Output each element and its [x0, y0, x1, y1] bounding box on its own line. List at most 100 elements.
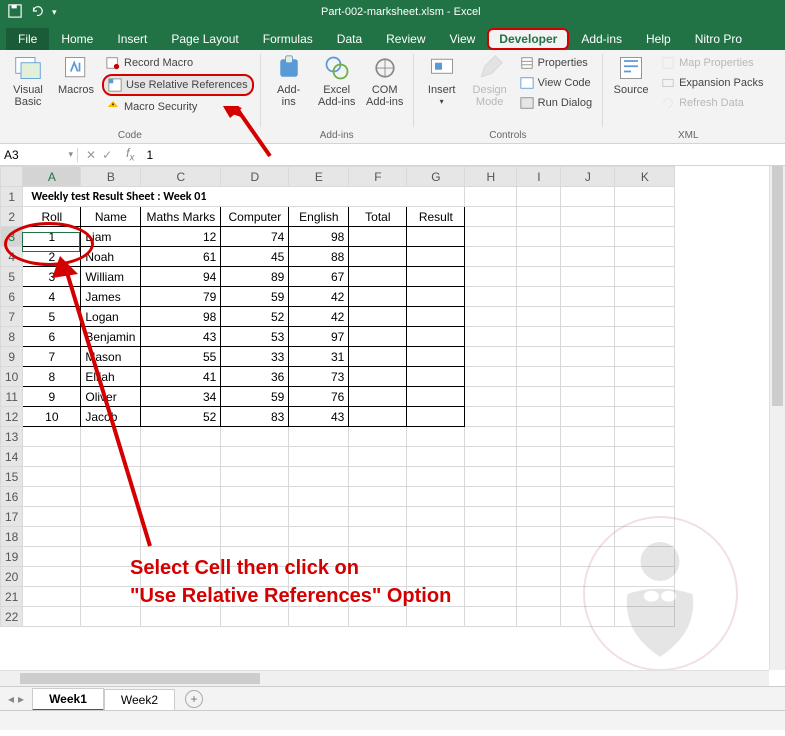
cell[interactable]: [465, 347, 517, 367]
cell[interactable]: [465, 447, 517, 467]
cell-result[interactable]: [407, 387, 465, 407]
cell-english[interactable]: 43: [289, 407, 349, 427]
cell[interactable]: [465, 607, 517, 627]
cell-total[interactable]: [349, 227, 407, 247]
cell[interactable]: [141, 527, 221, 547]
row-header-4[interactable]: 4: [1, 247, 23, 267]
cell-name[interactable]: Benjamin: [81, 327, 141, 347]
cell[interactable]: [615, 267, 675, 287]
cell[interactable]: [517, 187, 561, 207]
cell[interactable]: [561, 447, 615, 467]
horizontal-scrollbar[interactable]: [0, 670, 769, 686]
cell-total[interactable]: [349, 287, 407, 307]
cell[interactable]: [561, 607, 615, 627]
cell[interactable]: [517, 587, 561, 607]
view-code-button[interactable]: View Code: [516, 74, 596, 92]
tab-home[interactable]: Home: [49, 28, 105, 50]
header-cell[interactable]: Maths Marks: [141, 207, 221, 227]
cell[interactable]: [465, 407, 517, 427]
cell[interactable]: [517, 527, 561, 547]
header-cell[interactable]: Result: [407, 207, 465, 227]
cell-roll[interactable]: 6: [23, 327, 81, 347]
cell[interactable]: [615, 407, 675, 427]
cell-english[interactable]: 42: [289, 287, 349, 307]
cell[interactable]: [23, 447, 81, 467]
cell[interactable]: [615, 187, 675, 207]
cell-total[interactable]: [349, 327, 407, 347]
cell[interactable]: [517, 427, 561, 447]
worksheet[interactable]: ABCDEFGHIJK1Weekly test Result Sheet : W…: [0, 166, 785, 627]
cell[interactable]: [81, 467, 141, 487]
cell[interactable]: [517, 447, 561, 467]
cell-total[interactable]: [349, 347, 407, 367]
cell[interactable]: [615, 207, 675, 227]
cell[interactable]: [615, 507, 675, 527]
cell[interactable]: [615, 307, 675, 327]
cell-english[interactable]: 42: [289, 307, 349, 327]
cell[interactable]: [407, 467, 465, 487]
cell-maths[interactable]: 61: [141, 247, 221, 267]
tab-insert[interactable]: Insert: [105, 28, 159, 50]
insert-control-button[interactable]: Insert▾: [420, 52, 464, 107]
col-header-J[interactable]: J: [561, 167, 615, 187]
cell[interactable]: [517, 547, 561, 567]
cell-maths[interactable]: 12: [141, 227, 221, 247]
cell-roll[interactable]: 10: [23, 407, 81, 427]
cell-name[interactable]: Noah: [81, 247, 141, 267]
cell-name[interactable]: Logan: [81, 307, 141, 327]
cell-computer[interactable]: 33: [221, 347, 289, 367]
cell[interactable]: [81, 427, 141, 447]
cell[interactable]: [23, 547, 81, 567]
cell[interactable]: [561, 427, 615, 447]
cell-name[interactable]: William: [81, 267, 141, 287]
row-header-22[interactable]: 22: [1, 607, 23, 627]
cell-maths[interactable]: 34: [141, 387, 221, 407]
record-macro-button[interactable]: Record Macro: [102, 54, 254, 72]
cell[interactable]: [289, 487, 349, 507]
tab-file[interactable]: File: [6, 28, 49, 50]
row-header-18[interactable]: 18: [1, 527, 23, 547]
cell[interactable]: [221, 507, 289, 527]
cell[interactable]: [615, 487, 675, 507]
cell[interactable]: [141, 507, 221, 527]
cell[interactable]: [141, 447, 221, 467]
cell[interactable]: [561, 547, 615, 567]
row-header-2[interactable]: 2: [1, 207, 23, 227]
cell[interactable]: [517, 247, 561, 267]
cell-result[interactable]: [407, 287, 465, 307]
cell-maths[interactable]: 98: [141, 307, 221, 327]
row-header-19[interactable]: 19: [1, 547, 23, 567]
macro-security-button[interactable]: Macro Security: [102, 98, 254, 116]
cell[interactable]: [407, 447, 465, 467]
run-dialog-button[interactable]: Run Dialog: [516, 94, 596, 112]
cell[interactable]: [561, 227, 615, 247]
cell[interactable]: [615, 607, 675, 627]
tab-formulas[interactable]: Formulas: [251, 28, 325, 50]
cell[interactable]: [517, 307, 561, 327]
cell-result[interactable]: [407, 247, 465, 267]
cell-total[interactable]: [349, 407, 407, 427]
cell[interactable]: [517, 227, 561, 247]
cell-name[interactable]: Mason: [81, 347, 141, 367]
cell-roll[interactable]: 1: [23, 227, 81, 247]
cell-maths[interactable]: 55: [141, 347, 221, 367]
new-sheet-button[interactable]: +: [185, 690, 203, 708]
col-header-G[interactable]: G: [407, 167, 465, 187]
cell[interactable]: [407, 487, 465, 507]
cell[interactable]: [407, 427, 465, 447]
cell-computer[interactable]: 74: [221, 227, 289, 247]
cell-roll[interactable]: 4: [23, 287, 81, 307]
cell[interactable]: [81, 527, 141, 547]
cell[interactable]: [81, 507, 141, 527]
cell[interactable]: [561, 567, 615, 587]
cell[interactable]: [561, 467, 615, 487]
cell[interactable]: [349, 507, 407, 527]
cell[interactable]: [465, 287, 517, 307]
cell[interactable]: [517, 487, 561, 507]
cell-result[interactable]: [407, 367, 465, 387]
cell[interactable]: [561, 267, 615, 287]
sheet-tab-week1[interactable]: Week1: [32, 688, 104, 711]
tab-view[interactable]: View: [438, 28, 488, 50]
row-header-1[interactable]: 1: [1, 187, 23, 207]
cell-roll[interactable]: 8: [23, 367, 81, 387]
